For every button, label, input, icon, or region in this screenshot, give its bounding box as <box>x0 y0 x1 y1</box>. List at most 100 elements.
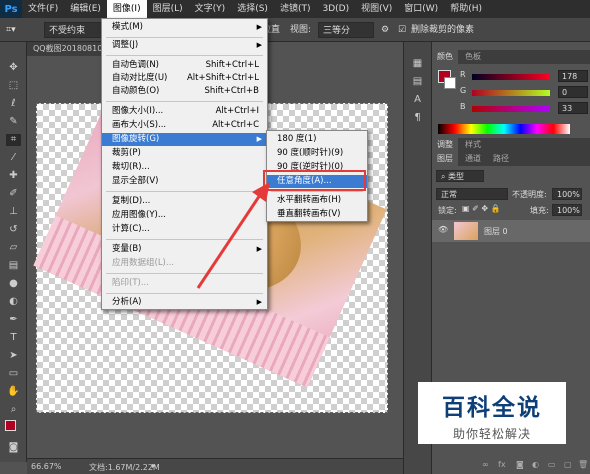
b-label: B <box>460 102 466 111</box>
menu-window[interactable]: 窗口(W) <box>398 0 444 18</box>
adjustment-icon[interactable]: ◐ <box>532 460 539 469</box>
paragraph-panel-icon[interactable]: ¶ <box>410 112 425 124</box>
mask-icon[interactable]: ◙ <box>516 460 524 469</box>
tab-paths[interactable]: 路径 <box>488 152 514 166</box>
menu-type[interactable]: 文字(Y) <box>189 0 232 18</box>
g-value[interactable]: 0 <box>558 86 588 98</box>
menu-image-rotation[interactable]: 图像旋转(G) ▶ <box>102 133 267 146</box>
layer-filter-row: ⌕ 类型 <box>432 170 590 184</box>
r-slider[interactable] <box>472 74 550 80</box>
menu-view[interactable]: 视图(V) <box>355 0 398 18</box>
delete-cropped-checkbox[interactable]: ☑ <box>398 22 406 38</box>
layer-actions: ∞ fx ◙ ◐ ▭ ▢ 🗑 <box>432 460 590 474</box>
properties-panel-icon[interactable]: ▤ <box>410 76 425 88</box>
menu-layer[interactable]: 图层(L) <box>147 0 189 18</box>
tab-swatches[interactable]: 色板 <box>460 50 486 64</box>
trash-icon[interactable]: 🗑 <box>578 460 588 469</box>
menu-file[interactable]: 文件(F) <box>22 0 64 18</box>
tab-styles[interactable]: 样式 <box>460 138 486 152</box>
watermark-title: 百科全说 <box>442 395 542 421</box>
b-value[interactable]: 33 <box>558 102 588 114</box>
view-select[interactable]: 三等分 <box>318 22 374 38</box>
healing-tool-icon[interactable]: ✚ <box>6 170 21 182</box>
gradient-tool-icon[interactable]: ▤ <box>6 260 21 272</box>
zoom-level[interactable]: 66.67% <box>31 462 62 471</box>
character-panel-icon[interactable]: A <box>410 94 425 106</box>
layer-row[interactable]: 👁 图层 0 <box>432 220 590 242</box>
color-spectrum[interactable] <box>438 124 570 134</box>
info-arrow-icon[interactable]: ▸ <box>152 461 156 470</box>
opacity-input[interactable]: 100% <box>552 188 582 200</box>
lock-label: 锁定: <box>438 206 457 215</box>
g-slider[interactable] <box>472 90 550 96</box>
fx-icon[interactable]: fx <box>498 460 506 469</box>
menu-adjustments[interactable]: 调整(J) ▶ <box>102 39 267 52</box>
bg-color-chip[interactable] <box>444 77 456 89</box>
path-select-icon[interactable]: ➤ <box>6 350 21 362</box>
visibility-eye-icon[interactable]: 👁 <box>438 225 448 234</box>
zoom-tool-icon[interactable]: ⌕ <box>6 404 21 416</box>
tools-panel: ✥ ⬚ ℓ ✎ ⌗ ⁄ ✚ ✐ ⊥ ↺ ▱ ▤ ● ◐ ✒ T ➤ ▭ ✋ ⌕ … <box>0 42 27 462</box>
lock-icons[interactable]: ▣ ✐ ✥ 🔒 <box>462 204 501 213</box>
tab-color[interactable]: 颜色 <box>432 50 458 64</box>
menu-image-size[interactable]: 图像大小(I)... Alt+Ctrl+I <box>102 105 267 118</box>
menu-auto-tone[interactable]: 自动色调(N) Shift+Ctrl+L <box>102 59 267 72</box>
settings-gear-icon[interactable]: ⚙ <box>381 22 389 38</box>
brush-tool-icon[interactable]: ✐ <box>6 188 21 200</box>
crop-tool-icon[interactable]: ⌗ <box>6 134 21 146</box>
history-panel-icon[interactable]: ▦ <box>410 58 425 70</box>
adjustments-label: 调整(J) <box>112 40 139 50</box>
flip-canvas-vertical[interactable]: 垂直翻转画布(V) <box>267 208 367 221</box>
menu-mode[interactable]: 模式(M) ▶ <box>102 21 267 34</box>
menu-auto-contrast[interactable]: 自动对比度(U) Alt+Shift+Ctrl+L <box>102 72 267 85</box>
stamp-tool-icon[interactable]: ⊥ <box>6 206 21 218</box>
rotate-180[interactable]: 180 度(1) <box>267 133 367 146</box>
move-tool-icon[interactable]: ✥ <box>6 62 21 74</box>
quick-mask-icon[interactable]: ◙ <box>6 442 21 454</box>
dodge-tool-icon[interactable]: ◐ <box>6 296 21 308</box>
pen-tool-icon[interactable]: ✒ <box>6 314 21 326</box>
shape-tool-icon[interactable]: ▭ <box>6 368 21 380</box>
ratio-select[interactable]: 不受约束 <box>44 22 106 38</box>
fill-input[interactable]: 100% <box>552 204 582 216</box>
menu-analysis[interactable]: 分析(A) ▶ <box>102 296 267 309</box>
quick-select-tool-icon[interactable]: ✎ <box>6 116 21 128</box>
flip-canvas-horizontal[interactable]: 水平翻转画布(H) <box>267 194 367 207</box>
menu-auto-color[interactable]: 自动颜色(O) Shift+Ctrl+B <box>102 85 267 98</box>
kind-filter[interactable]: ⌕ 类型 <box>436 170 484 182</box>
rotate-90-cw[interactable]: 90 度(顺时针)(9) <box>267 147 367 160</box>
tab-layers[interactable]: 图层 <box>432 152 458 166</box>
auto-color-shortcut: Shift+Ctrl+B <box>204 86 259 96</box>
eraser-tool-icon[interactable]: ▱ <box>6 242 21 254</box>
menu-edit[interactable]: 编辑(E) <box>64 0 107 18</box>
menu-3d[interactable]: 3D(D) <box>316 0 355 18</box>
marquee-tool-icon[interactable]: ⬚ <box>6 80 21 92</box>
menu-filter[interactable]: 滤镜(T) <box>274 0 317 18</box>
tab-adjustments[interactable]: 调整 <box>432 138 458 152</box>
auto-color-label: 自动颜色(O) <box>112 86 160 96</box>
folder-icon[interactable]: ▭ <box>548 460 556 469</box>
tab-channels[interactable]: 通道 <box>460 152 486 166</box>
link-icon[interactable]: ∞ <box>482 460 489 469</box>
menu-help[interactable]: 帮助(H) <box>444 0 488 18</box>
hand-tool-icon[interactable]: ✋ <box>6 386 21 398</box>
crop-tool-icon[interactable]: ⌗▾ <box>6 22 16 38</box>
layer-name[interactable]: 图层 0 <box>484 226 508 237</box>
new-layer-icon[interactable]: ▢ <box>564 460 572 469</box>
foreground-color-swatch[interactable] <box>5 420 16 431</box>
lasso-tool-icon[interactable]: ℓ <box>6 98 21 110</box>
menu-select[interactable]: 选择(S) <box>231 0 274 18</box>
history-brush-icon[interactable]: ↺ <box>6 224 21 236</box>
submenu-arrow-icon: ▶ <box>256 298 262 306</box>
blur-tool-icon[interactable]: ● <box>6 278 21 290</box>
blend-mode-select[interactable]: 正常 <box>436 188 508 200</box>
r-value[interactable]: 178 <box>558 70 588 82</box>
menu-image[interactable]: 图像(I) <box>106 0 147 18</box>
menu-canvas-size[interactable]: 画布大小(S)... Alt+Ctrl+C <box>102 119 267 132</box>
b-slider[interactable] <box>472 106 550 112</box>
menu-trim[interactable]: 裁切(R)... <box>102 161 267 174</box>
type-tool-icon[interactable]: T <box>6 332 21 344</box>
menu-crop[interactable]: 裁剪(P) <box>102 147 267 160</box>
eyedropper-tool-icon[interactable]: ⁄ <box>6 152 21 164</box>
image-rotation-label: 图像旋转(G) <box>112 134 160 144</box>
